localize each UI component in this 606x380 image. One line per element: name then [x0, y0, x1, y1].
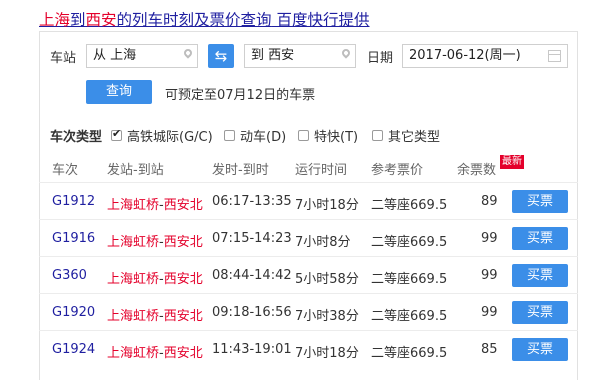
depart-arrive-times: 08:44-14:42: [212, 268, 292, 283]
duration: 5小时58分: [295, 272, 359, 287]
ticket-count: 85: [481, 342, 498, 357]
filter-t-label: 特快(T): [314, 130, 359, 145]
booking-note: 可预定至07月12日的车票: [165, 88, 316, 103]
date-label: 日期: [367, 51, 394, 66]
calendar-icon: [548, 50, 561, 62]
train-type-label: 车次类型: [50, 130, 103, 145]
buy-button[interactable]: 买票: [512, 301, 568, 324]
route: 上海虹桥-西安北: [107, 194, 203, 213]
price: 二等座669.5: [371, 272, 448, 287]
filter-other-label: 其它类型: [388, 130, 441, 145]
filter-gc[interactable]: 高铁城际(G/C): [111, 126, 213, 145]
page-title[interactable]: 上海到西安的列车时刻及票价查询 百度快行提供: [39, 8, 370, 30]
col-header-price: 参考票价: [371, 163, 424, 178]
to-station-value: 到 西安: [251, 48, 295, 63]
train-number-link[interactable]: G360: [52, 268, 87, 283]
station-label: 车站: [50, 51, 77, 66]
duration: 7小时38分: [295, 309, 359, 324]
ticket-count: 89: [481, 194, 498, 209]
duration: 7小时8分: [295, 235, 351, 250]
from-station-value: 从 上海: [93, 48, 137, 63]
train-number-link[interactable]: G1916: [52, 231, 95, 246]
to-station: 西安北: [163, 198, 203, 213]
row-divider: [39, 256, 578, 257]
row-divider: [39, 293, 578, 294]
route: 上海虹桥-西安北: [107, 231, 203, 250]
checkbox-checked-icon[interactable]: [111, 127, 122, 141]
from-station: 上海虹桥: [107, 346, 160, 361]
to-station: 西安北: [163, 309, 203, 324]
title-from: 上海: [39, 11, 71, 29]
price: 二等座669.5: [371, 198, 448, 213]
depart-arrive-times: 07:15-14:23: [212, 231, 292, 246]
new-badge: 最新: [500, 155, 524, 169]
title-provider: 百度快行提供: [276, 11, 370, 29]
to-station-input[interactable]: 到 西安: [244, 44, 356, 68]
col-header-duration: 运行时间: [295, 163, 348, 178]
from-station: 上海虹桥: [107, 272, 160, 287]
checkbox-icon[interactable]: [224, 130, 235, 141]
from-station: 上海虹桥: [107, 235, 160, 250]
ticket-count: 99: [481, 231, 498, 246]
ticket-count: 99: [481, 268, 498, 283]
col-header-tickets: 余票数: [457, 163, 497, 178]
swap-arrows-icon: ⇆: [214, 47, 228, 65]
filter-d[interactable]: 动车(D): [224, 126, 286, 145]
col-header-stations: 发站-到站: [107, 163, 164, 178]
ticket-count: 99: [481, 305, 498, 320]
to-station: 西安北: [163, 346, 203, 361]
to-station: 西安北: [163, 272, 203, 287]
title-rest: 的列车时刻及票价查询: [116, 11, 272, 29]
price: 二等座669.5: [371, 309, 448, 324]
from-station-input[interactable]: 从 上海: [86, 44, 198, 68]
title-to: 西安: [85, 11, 117, 29]
checkbox-icon[interactable]: [298, 130, 309, 141]
header-divider: [39, 182, 578, 183]
depart-arrive-times: 11:43-19:01: [212, 342, 292, 357]
buy-button[interactable]: 买票: [512, 338, 568, 361]
from-station: 上海虹桥: [107, 198, 160, 213]
route: 上海虹桥-西安北: [107, 268, 203, 287]
buy-button[interactable]: 买票: [512, 227, 568, 250]
train-number-link[interactable]: G1924: [52, 342, 95, 357]
date-input[interactable]: 2017-06-12(周一): [402, 44, 568, 68]
duration: 7小时18分: [295, 198, 359, 213]
filter-t[interactable]: 特快(T): [298, 126, 358, 145]
route: 上海虹桥-西安北: [107, 342, 203, 361]
swap-stations-button[interactable]: ⇆: [208, 44, 234, 68]
from-station: 上海虹桥: [107, 309, 160, 324]
route: 上海虹桥-西安北: [107, 305, 203, 324]
location-pin-icon: [182, 47, 194, 59]
train-number-link[interactable]: G1912: [52, 194, 95, 209]
col-header-times: 发时-到时: [212, 163, 269, 178]
query-button[interactable]: 查询: [86, 80, 152, 104]
col-header-train: 车次: [52, 163, 79, 178]
price: 二等座669.5: [371, 346, 448, 361]
row-divider: [39, 219, 578, 220]
train-number-link[interactable]: G1920: [52, 305, 95, 320]
filter-d-label: 动车(D): [240, 130, 287, 145]
buy-button[interactable]: 买票: [512, 190, 568, 213]
to-station: 西安北: [163, 235, 203, 250]
buy-button[interactable]: 买票: [512, 264, 568, 287]
price: 二等座669.5: [371, 235, 448, 250]
depart-arrive-times: 09:18-16:56: [212, 305, 292, 320]
location-pin-icon: [340, 47, 352, 59]
filter-gc-label: 高铁城际(G/C): [127, 130, 213, 145]
date-value: 2017-06-12(周一): [409, 48, 521, 63]
checkbox-icon[interactable]: [372, 130, 383, 141]
duration: 7小时18分: [295, 346, 359, 361]
row-divider: [39, 330, 578, 331]
title-to-word: 到: [70, 11, 86, 29]
filter-other[interactable]: 其它类型: [372, 126, 440, 145]
depart-arrive-times: 06:17-13:35: [212, 194, 292, 209]
